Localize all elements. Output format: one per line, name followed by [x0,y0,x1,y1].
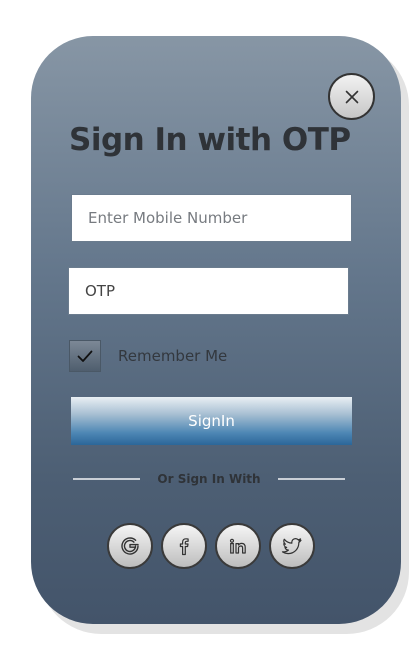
twitter-icon [281,538,302,555]
checkmark-icon [77,350,93,362]
facebook-icon [179,538,189,556]
close-button[interactable] [328,73,375,120]
social-divider: Or Sign In With [73,470,345,488]
linkedin-icon [229,538,246,554]
facebook-signin-button[interactable] [161,523,207,569]
close-icon [345,90,358,103]
google-signin-button[interactable] [107,523,153,569]
social-login-row [107,523,315,569]
divider-line-left [73,478,141,480]
linkedin-signin-button[interactable] [215,523,261,569]
google-icon [121,537,139,555]
remember-me-checkbox[interactable] [69,340,101,372]
otp-signin-dialog: Sign In with OTP Remember Me SignIn Or S… [31,36,401,624]
otp-input[interactable] [68,267,349,315]
dialog-title: Sign In with OTP [69,122,351,158]
mobile-number-input[interactable] [71,194,352,242]
divider-text: Or Sign In With [157,472,261,486]
remember-me-row: Remember Me [69,340,227,372]
remember-me-label: Remember Me [118,347,228,365]
divider-line-right [277,478,345,480]
signin-button[interactable]: SignIn [71,397,352,445]
twitter-signin-button[interactable] [269,523,315,569]
